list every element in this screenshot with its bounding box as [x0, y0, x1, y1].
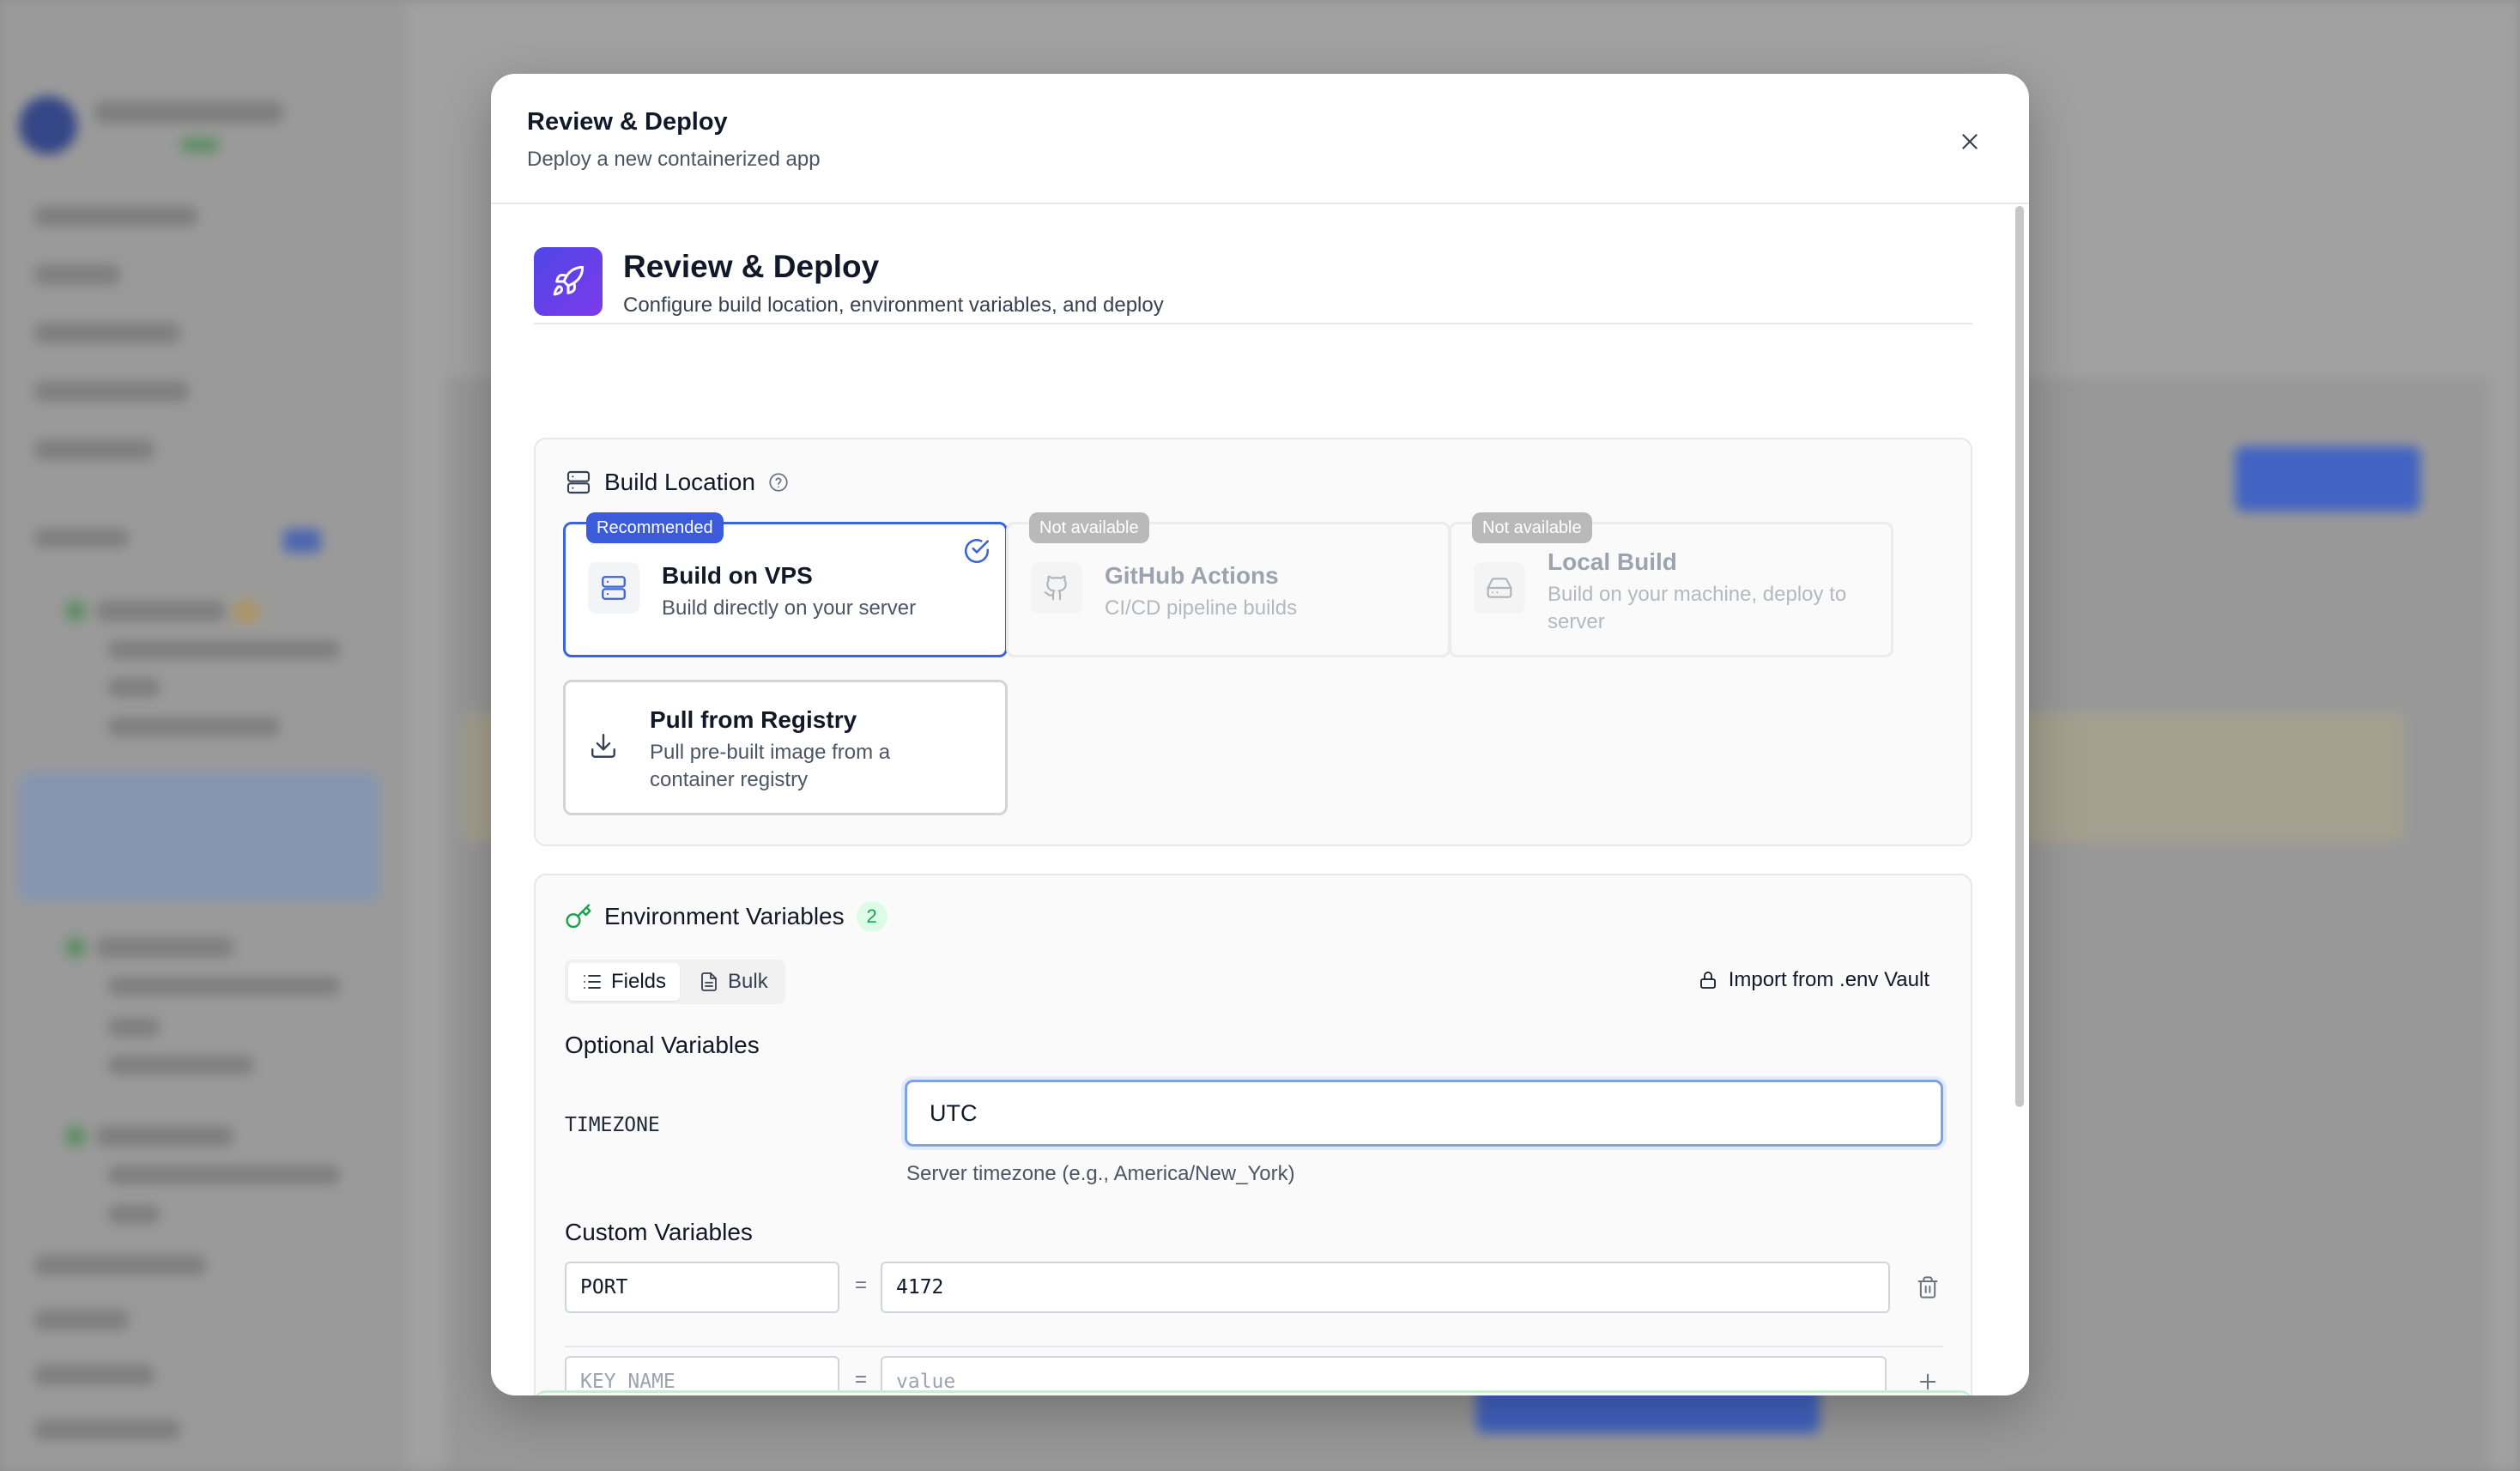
section-subtitle: Configure build location, environment va… [623, 294, 1164, 317]
server-icon [566, 470, 591, 494]
check-circle-icon [964, 538, 990, 564]
background-text [180, 137, 220, 153]
divider [565, 1346, 1943, 1347]
background-text [34, 529, 129, 548]
background-text [34, 1255, 206, 1275]
close-button[interactable] [1948, 120, 1991, 163]
option-description: Build on your machine, deploy to server [1548, 583, 1847, 633]
background-button [2235, 446, 2420, 512]
build-location-header: Build Location [565, 469, 790, 496]
optional-vars-label: Optional Variables [565, 1032, 760, 1058]
tab-label: Bulk [728, 970, 768, 993]
env-vars-panel: Environment Variables 2 Fields Bulk Impo… [534, 874, 1972, 1395]
modal-title: Review & Deploy [527, 108, 728, 136]
tab-fields[interactable]: Fields [568, 963, 681, 1001]
background-text [108, 717, 280, 736]
var-key-timezone: TIMEZONE [565, 1114, 660, 1136]
background-text [108, 640, 340, 659]
option-title: Build on VPS [662, 562, 813, 589]
delete-variable-button[interactable] [1911, 1270, 1945, 1305]
background-text [65, 601, 86, 621]
key-icon [566, 904, 591, 929]
option-description: CI/CD pipeline builds [1105, 596, 1298, 620]
background-sidebar [0, 0, 403, 1471]
build-location-panel: Build Location Recommended Build on VPS … [534, 438, 1972, 846]
modal-scrollbar[interactable] [2015, 206, 2024, 1107]
background-text [34, 1310, 129, 1330]
not-available-badge: Not available [1029, 512, 1149, 543]
timezone-input[interactable]: UTC [905, 1080, 1943, 1147]
background-text [108, 678, 160, 697]
next-section-peek [534, 1390, 1972, 1395]
background-text [108, 1205, 160, 1224]
env-view-toggle: Fields Bulk [565, 959, 785, 1004]
background-text [108, 1018, 160, 1037]
option-description: Build directly on your server [662, 596, 917, 620]
background-text [34, 381, 189, 402]
background-text [65, 937, 86, 958]
custom-key-input[interactable]: PORT [565, 1262, 839, 1313]
server-icon [588, 562, 639, 614]
tab-bulk[interactable]: Bulk [685, 963, 782, 1001]
background-text [283, 529, 321, 553]
modal-header: Review & Deploy Deploy a new containeriz… [491, 74, 2029, 204]
option-title: Pull from Registry [650, 706, 857, 733]
env-vars-header: Environment Variables 2 [565, 901, 887, 932]
rocket-icon [534, 247, 603, 316]
equals-sign: = [855, 1368, 868, 1391]
tab-label: Fields [611, 970, 667, 993]
timezone-help-text: Server timezone (e.g., America/New_York) [906, 1162, 1295, 1185]
equals-sign: = [855, 1274, 868, 1297]
background-text [34, 1365, 154, 1385]
custom-vars-label: Custom Variables [565, 1219, 753, 1245]
build-option-vps[interactable]: Recommended Build on VPS Build directly … [563, 512, 1008, 657]
background-text [65, 1126, 86, 1147]
build-option-github-actions: Not available GitHub Actions CI/CD pipel… [1006, 512, 1451, 657]
background-selected-item [19, 772, 379, 901]
background-text [34, 1420, 180, 1440]
modal-subtitle: Deploy a new containerized app [527, 148, 821, 171]
section-title: Review & Deploy [623, 249, 880, 284]
help-icon[interactable] [767, 471, 790, 493]
background-text [34, 206, 197, 227]
not-available-badge: Not available [1472, 512, 1592, 543]
env-count-badge: 2 [856, 901, 887, 932]
build-option-registry[interactable]: Pull from Registry Pull pre-built image … [563, 680, 1008, 815]
hard-drive-icon [1474, 562, 1525, 614]
deploy-modal: Review & Deploy Deploy a new containeriz… [491, 74, 2029, 1395]
background-text [233, 601, 259, 623]
close-icon [1962, 134, 1978, 149]
background-text [34, 439, 154, 460]
background-text [108, 977, 340, 996]
file-text-icon [701, 972, 717, 991]
section-header: Review & Deploy Configure build location… [534, 230, 1972, 324]
option-description: Pull pre-built image from a container re… [650, 741, 891, 791]
background-text [94, 101, 283, 124]
build-option-local: Not available Local Build Build on your … [1449, 512, 1893, 657]
option-title: Local Build [1548, 548, 1677, 575]
recommended-badge: Recommended [586, 512, 724, 543]
import-env-vault-button[interactable]: Import from .env Vault [1698, 968, 1929, 992]
background-text [34, 264, 120, 285]
github-icon [1031, 562, 1082, 614]
custom-value-input[interactable]: 4172 [881, 1262, 1890, 1313]
background-text [96, 601, 225, 621]
list-icon [584, 975, 601, 989]
background-logo [19, 96, 77, 154]
import-label: Import from .env Vault [1728, 968, 1929, 991]
lock-icon [1699, 972, 1716, 989]
background-text [108, 1056, 254, 1074]
background-text [96, 1126, 233, 1147]
download-icon [578, 720, 629, 772]
background-text [34, 323, 180, 343]
option-title: GitHub Actions [1105, 562, 1279, 589]
trash-icon [1917, 1276, 1938, 1298]
build-location-title: Build Location [604, 469, 755, 495]
background-text [108, 1165, 340, 1184]
background-text [96, 937, 233, 958]
env-vars-title: Environment Variables [604, 903, 845, 929]
